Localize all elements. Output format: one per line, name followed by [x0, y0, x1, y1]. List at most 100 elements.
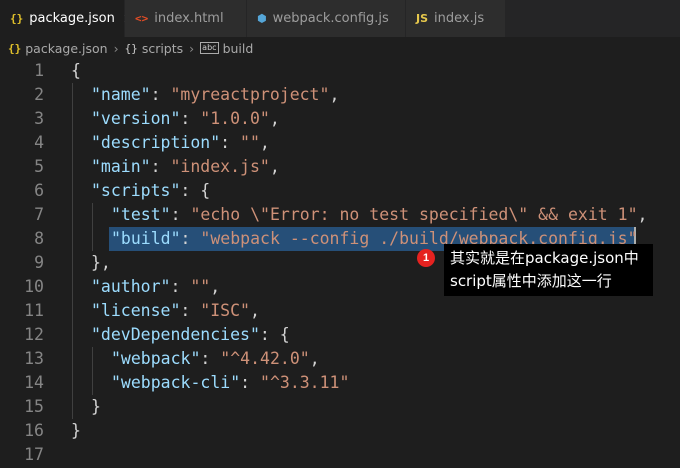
code-text: "description": "",	[91, 131, 270, 155]
code-line[interactable]: 2 "name": "myreactproject",	[0, 83, 680, 107]
punctuation: }	[71, 421, 81, 440]
code-line[interactable]: 5 "main": "index.js",	[0, 155, 680, 179]
line-number: 17	[24, 445, 44, 464]
punctuation: :	[240, 373, 261, 392]
code-text: "scripts": {	[91, 179, 210, 203]
line-number: 5	[34, 157, 44, 176]
json-key: "author"	[91, 277, 171, 296]
punctuation: :	[180, 301, 201, 320]
line-number: 4	[34, 133, 44, 152]
punctuation: ,	[259, 133, 270, 152]
punctuation: :	[170, 277, 191, 296]
punctuation: ,	[269, 157, 280, 176]
code-line[interactable]: 14 "webpack-cli": "^3.3.11"	[0, 371, 680, 395]
punctuation: ,	[309, 349, 320, 368]
code-text: }	[91, 395, 101, 419]
json-key: "name"	[91, 85, 151, 104]
tab-package-json[interactable]: {} package.json ×	[0, 0, 135, 37]
code-line[interactable]: 1{	[0, 59, 680, 83]
tab-label: index.html	[154, 11, 224, 26]
annotation-badge: 1	[417, 249, 435, 267]
line-number: 8	[34, 229, 44, 248]
annotation-line-1: 其实就是在package.json中	[450, 249, 639, 267]
line-number: 13	[24, 349, 44, 368]
code-line[interactable]: 13 "webpack": "^4.42.0",	[0, 347, 680, 371]
line-number: 3	[34, 109, 44, 128]
json-string: "index.js"	[170, 157, 270, 176]
code-line[interactable]: 15}	[0, 395, 680, 419]
punctuation: : {	[259, 325, 290, 344]
line-number: 7	[34, 205, 44, 224]
breadcrumb-build[interactable]: build	[223, 41, 254, 56]
chevron-right-icon: ›	[189, 40, 195, 56]
punctuation: :	[180, 229, 201, 248]
tab-index-html[interactable]: <> index.html	[125, 0, 247, 37]
code-text: {	[71, 59, 81, 83]
code-line[interactable]: 16}	[0, 419, 680, 443]
breadcrumb-scripts[interactable]: scripts	[142, 41, 183, 56]
punctuation: ,	[269, 109, 280, 128]
json-key: "version"	[91, 109, 181, 128]
punctuation: ,	[249, 301, 260, 320]
line-number: 6	[34, 181, 44, 200]
code-text: "devDependencies": {	[91, 323, 290, 347]
punctuation: :	[220, 133, 241, 152]
json-string: "1.0.0"	[200, 109, 270, 128]
breadcrumb-file[interactable]: package.json	[25, 41, 107, 56]
json-key: "license"	[91, 301, 181, 320]
object-icon: {}	[124, 41, 138, 55]
string-icon: abc	[200, 42, 219, 54]
line-number: 9	[34, 253, 44, 272]
punctuation: :	[150, 85, 171, 104]
editor-tab-bar: {} package.json × <> index.html ⬢ webpac…	[0, 0, 680, 37]
line-number: 2	[34, 85, 44, 104]
json-string: "^3.3.11"	[260, 373, 350, 392]
annotation-line-2: script属性中添加这一行	[450, 272, 612, 290]
html-file-icon: <>	[135, 12, 149, 25]
line-number: 15	[24, 397, 44, 416]
json-string: ""	[190, 277, 211, 296]
punctuation: },	[91, 253, 111, 272]
code-line[interactable]: 6 "scripts": {	[0, 179, 680, 203]
code-text: }	[71, 419, 81, 443]
tab-bar-empty-space	[506, 0, 680, 37]
code-text: "version": "1.0.0",	[91, 107, 280, 131]
code-text: "license": "ISC",	[91, 299, 260, 323]
code-line[interactable]: 11 "license": "ISC",	[0, 299, 680, 323]
json-string: "myreactproject"	[170, 85, 330, 104]
json-key: "description"	[91, 133, 221, 152]
json-key: "scripts"	[91, 181, 181, 200]
json-string: "echo \"Error: no test specified\" && ex…	[190, 205, 638, 224]
webpack-file-icon: ⬢	[257, 12, 267, 25]
punctuation: :	[150, 157, 171, 176]
annotation-callout: 其实就是在package.json中 script属性中添加这一行	[444, 244, 653, 296]
code-text: "name": "myreactproject",	[91, 83, 339, 107]
json-string: ""	[240, 133, 260, 152]
code-line[interactable]: 17	[0, 443, 680, 467]
punctuation: : {	[180, 181, 211, 200]
tab-webpack-config[interactable]: ⬢ webpack.config.js	[247, 0, 406, 37]
breadcrumb: {} package.json › {} scripts › abc build	[0, 37, 680, 59]
line-number: 1	[34, 61, 44, 80]
punctuation: :	[170, 205, 191, 224]
json-key: "test"	[111, 205, 171, 224]
line-number: 12	[24, 325, 44, 344]
code-line[interactable]: 3 "version": "1.0.0",	[0, 107, 680, 131]
json-file-icon: {}	[8, 41, 22, 55]
code-line[interactable]: 7 "test": "echo \"Error: no test specifie…	[0, 203, 680, 227]
punctuation: {	[71, 61, 81, 80]
json-string: "^4.42.0"	[220, 349, 310, 368]
punctuation: :	[180, 109, 201, 128]
code-text: "author": "",	[91, 275, 220, 299]
punctuation: ,	[329, 85, 340, 104]
code-text: },	[91, 251, 111, 275]
tab-index-js[interactable]: JS index.js	[406, 0, 506, 37]
tab-label: package.json	[29, 11, 115, 26]
code-line[interactable]: 4 "description": "",	[0, 131, 680, 155]
punctuation: ,	[637, 205, 648, 224]
code-line[interactable]: 12 "devDependencies": {	[0, 323, 680, 347]
code-text: "webpack": "^4.42.0",	[111, 347, 320, 371]
tab-label: webpack.config.js	[272, 11, 389, 26]
tab-label: index.js	[434, 11, 485, 26]
json-key: "devDependencies"	[91, 325, 260, 344]
